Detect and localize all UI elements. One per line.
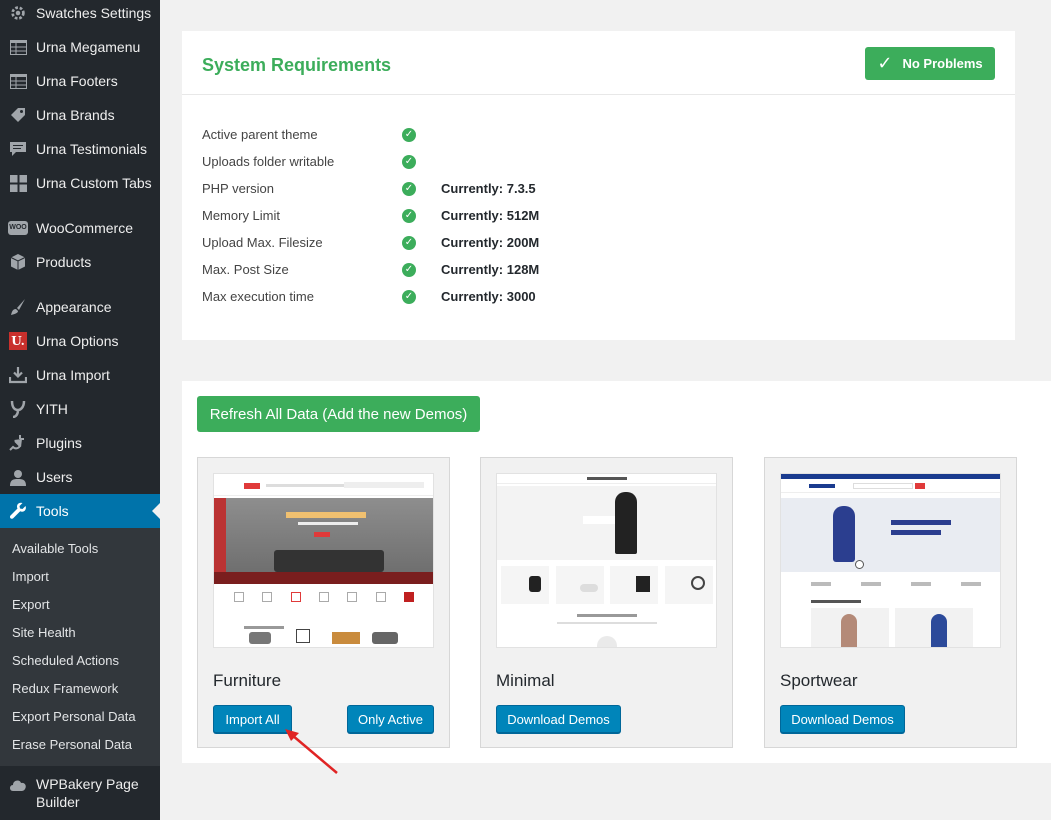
submenu-site-health[interactable]: Site Health — [12, 624, 76, 642]
wrench-icon — [0, 502, 36, 520]
tag-icon — [0, 106, 36, 124]
check-circle-icon: ✓ — [402, 290, 416, 304]
menu-appearance[interactable]: Appearance — [0, 290, 160, 324]
download-demos-button[interactable]: Download Demos — [496, 705, 621, 733]
menu-yith[interactable]: YITH — [0, 392, 160, 426]
menu-urna-footers[interactable]: Urna Footers — [0, 64, 160, 98]
submenu-erase-personal-data[interactable]: Erase Personal Data — [12, 736, 132, 754]
requirement-row: PHP version ✓ Currently: 7.3.5 — [202, 181, 902, 199]
menu-users[interactable]: Users — [0, 460, 160, 494]
submenu-import[interactable]: Import — [12, 568, 49, 586]
admin-sidebar: Swatches Settings Urna Megamenu Urna Foo… — [0, 0, 160, 820]
menu-urna-testimonials[interactable]: Urna Testimonials — [0, 132, 160, 166]
submenu-available-tools[interactable]: Available Tools — [12, 540, 98, 558]
submenu-redux-framework[interactable]: Redux Framework — [12, 680, 118, 698]
requirement-value: Currently: 512M — [441, 208, 540, 223]
plug-icon — [0, 434, 36, 452]
demo-thumbnail-minimal — [496, 473, 717, 648]
demo-thumbnail-furniture — [213, 473, 434, 648]
menu-urna-brands[interactable]: Urna Brands — [0, 98, 160, 132]
requirement-row: Active parent theme ✓ — [202, 127, 902, 145]
table-icon — [0, 73, 36, 89]
divider — [182, 94, 1015, 95]
menu-urna-import[interactable]: Urna Import — [0, 358, 160, 392]
requirement-label: PHP version — [202, 181, 275, 196]
system-requirements-title: System Requirements — [202, 55, 392, 75]
gear-icon — [0, 4, 36, 22]
check-circle-icon: ✓ — [402, 209, 416, 223]
requirement-row: Upload Max. Filesize ✓ Currently: 200M — [202, 235, 902, 253]
requirement-value: Currently: 3000 — [441, 289, 536, 304]
menu-urna-megamenu[interactable]: Urna Megamenu — [0, 30, 160, 64]
tools-submenu: Available Tools Import Export Site Healt… — [0, 528, 160, 766]
menu-urna-custom-tabs[interactable]: Urna Custom Tabs — [0, 166, 160, 200]
menu-products[interactable]: Products — [0, 245, 160, 279]
system-requirements-panel: System Requirements ✓ No Problems Active… — [182, 31, 1015, 340]
box-icon — [0, 253, 36, 271]
user-icon — [0, 469, 36, 486]
checkmark-icon: ✓ — [877, 53, 893, 73]
yith-icon — [0, 400, 36, 418]
demo-card-sportwear: Sportwear Download Demos — [764, 457, 1017, 748]
submenu-export-personal-data[interactable]: Export Personal Data — [12, 708, 136, 726]
requirement-label: Active parent theme — [202, 127, 318, 142]
check-circle-icon: ✓ — [402, 236, 416, 250]
demo-import-panel: Refresh All Data (Add the new Demos) Fur… — [182, 381, 1051, 763]
demo-card-furniture: Furniture Import All Only Active — [197, 457, 450, 748]
menu-tools[interactable]: Tools — [0, 494, 160, 528]
woo-icon: WOO — [0, 221, 36, 235]
submenu-scheduled-actions[interactable]: Scheduled Actions — [12, 652, 119, 670]
urna-logo-icon: U. — [0, 332, 36, 350]
requirement-row: Memory Limit ✓ Currently: 512M — [202, 208, 902, 226]
demo-name: Sportwear — [780, 671, 858, 690]
check-circle-icon: ✓ — [402, 182, 416, 196]
no-problems-label: No Problems — [902, 56, 983, 71]
menu-swatches-settings[interactable]: Swatches Settings — [0, 0, 160, 30]
requirement-label: Max execution time — [202, 289, 314, 304]
requirement-value: Currently: 7.3.5 — [441, 181, 536, 196]
menu-plugins[interactable]: Plugins — [0, 426, 160, 460]
requirement-value: Currently: 200M — [441, 235, 540, 250]
download-icon — [0, 366, 36, 384]
requirement-row: Max execution time ✓ Currently: 3000 — [202, 289, 902, 307]
requirement-value: Currently: 128M — [441, 262, 540, 277]
requirement-label: Upload Max. Filesize — [202, 235, 323, 250]
only-active-button[interactable]: Only Active — [347, 705, 434, 733]
menu-wpbakery[interactable]: WPBakery Page Builder — [0, 775, 160, 819]
check-circle-icon: ✓ — [402, 263, 416, 277]
download-demos-button[interactable]: Download Demos — [780, 705, 905, 733]
requirement-label: Uploads folder writable — [202, 154, 335, 169]
demo-card-minimal: Minimal Download Demos — [480, 457, 733, 748]
demo-name: Minimal — [496, 671, 555, 690]
check-circle-icon: ✓ — [402, 128, 416, 142]
menu-urna-options[interactable]: U. Urna Options — [0, 324, 160, 358]
submenu-export[interactable]: Export — [12, 596, 50, 614]
comment-icon — [0, 141, 36, 157]
requirement-row: Uploads folder writable ✓ — [202, 154, 902, 172]
demo-name: Furniture — [213, 671, 282, 690]
requirement-label: Memory Limit — [202, 208, 281, 223]
refresh-demos-button[interactable]: Refresh All Data (Add the new Demos) — [197, 396, 480, 432]
no-problems-badge: ✓ No Problems — [865, 47, 995, 80]
brush-icon — [0, 298, 36, 316]
annotation-arrow — [285, 729, 338, 774]
requirement-row: Max. Post Size ✓ Currently: 128M — [202, 262, 902, 280]
cloud-icon — [0, 775, 36, 793]
requirement-label: Max. Post Size — [202, 262, 289, 277]
table-icon — [0, 39, 36, 55]
demo-thumbnail-sportwear — [780, 473, 1001, 648]
check-circle-icon: ✓ — [402, 155, 416, 169]
grid-icon — [0, 174, 36, 192]
menu-woocommerce[interactable]: WOO WooCommerce — [0, 211, 160, 245]
